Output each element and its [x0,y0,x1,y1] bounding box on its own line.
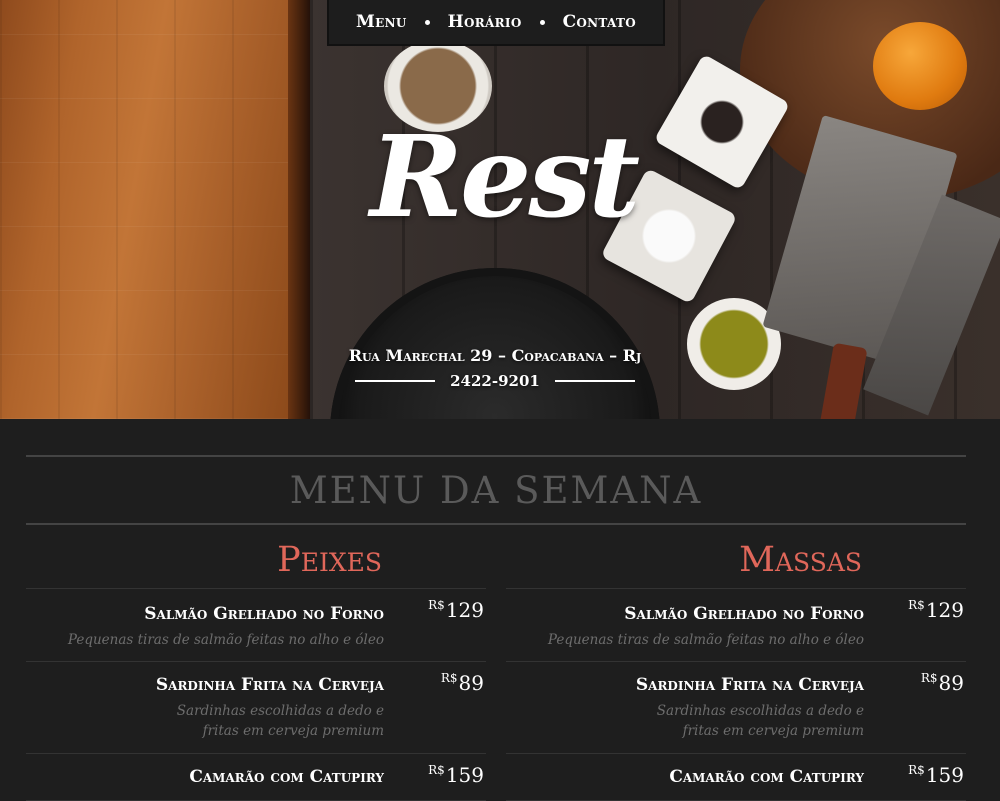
menu-item: Salmão Grelhado no Forno Pequenas tiras … [506,589,966,662]
menu-section: MENU DA SEMANA Peixes Salmão Grelhado no… [0,419,1000,801]
menu-item-name: Camarão com Catupiry [669,767,864,787]
menu-item-price: R$129 [908,598,964,622]
menu-item-name: Sardinha Frita na Cerveja [635,675,864,695]
divider-line [554,380,635,382]
menu-item-description: Pequenas tiras de salmão feitas no alho … [67,632,384,648]
nav-menu-link[interactable]: Menu [356,12,407,32]
main-nav: Menu Horário Contato [327,0,665,46]
phone-row: 2422-9201 [355,372,635,390]
orange-image [873,22,967,110]
phone-number: 2422-9201 [450,372,540,390]
restaurant-logo: Rest [370,112,640,243]
menu-item-description: Pequenas tiras de salmão feitas no alho … [547,632,864,648]
menu-item-price: R$89 [920,671,964,695]
menu-item-name: Salmão Grelhado no Forno [144,604,384,624]
menu-column-massas: Massas Salmão Grelhado no Forno Pequenas… [506,536,966,801]
nav-contato-link[interactable]: Contato [563,12,636,32]
menu-item: Camarão com Catupiry R$159 [26,754,486,801]
menu-item-price: R$129 [428,598,484,622]
menu-column-peixes: Peixes Salmão Grelhado no Forno Pequenas… [26,536,486,801]
menu-item: Sardinha Frita na Cerveja Sardinhas esco… [506,662,966,754]
menu-item-name: Camarão com Catupiry [189,767,384,787]
menu-item-price: R$159 [908,763,964,787]
menu-item: Salmão Grelhado no Forno Pequenas tiras … [26,589,486,662]
menu-item-description: Sardinhas escolhidas a dedo e fritas em … [176,703,384,739]
nav-separator-dot [539,19,545,25]
menu-item: Camarão com Catupiry R$159 [506,754,966,801]
menu-item-price: R$89 [440,671,484,695]
menu-item-description: Sardinhas escolhidas a dedo e fritas em … [656,703,864,739]
menu-item-name: Sardinha Frita na Cerveja [155,675,384,695]
board-edge [288,0,310,419]
section-title: Peixes [26,536,486,589]
hero-banner: Menu Horário Contato Rest Rua Marechal 2… [0,0,1000,419]
menu-title-band: MENU DA SEMANA [26,455,966,525]
menu-item-name: Salmão Grelhado no Forno [624,604,864,624]
nav-separator-dot [424,19,430,25]
menu-item: Sardinha Frita na Cerveja Sardinhas esco… [26,662,486,754]
section-title: Massas [506,536,966,589]
menu-title: MENU DA SEMANA [289,468,703,512]
nav-horario-link[interactable]: Horário [448,12,522,32]
menu-item-price: R$159 [428,763,484,787]
divider-line [355,380,435,382]
address-text: Rua Marechal 29 – Copacabana – Rj [348,346,642,365]
cutting-board-image [0,0,298,419]
